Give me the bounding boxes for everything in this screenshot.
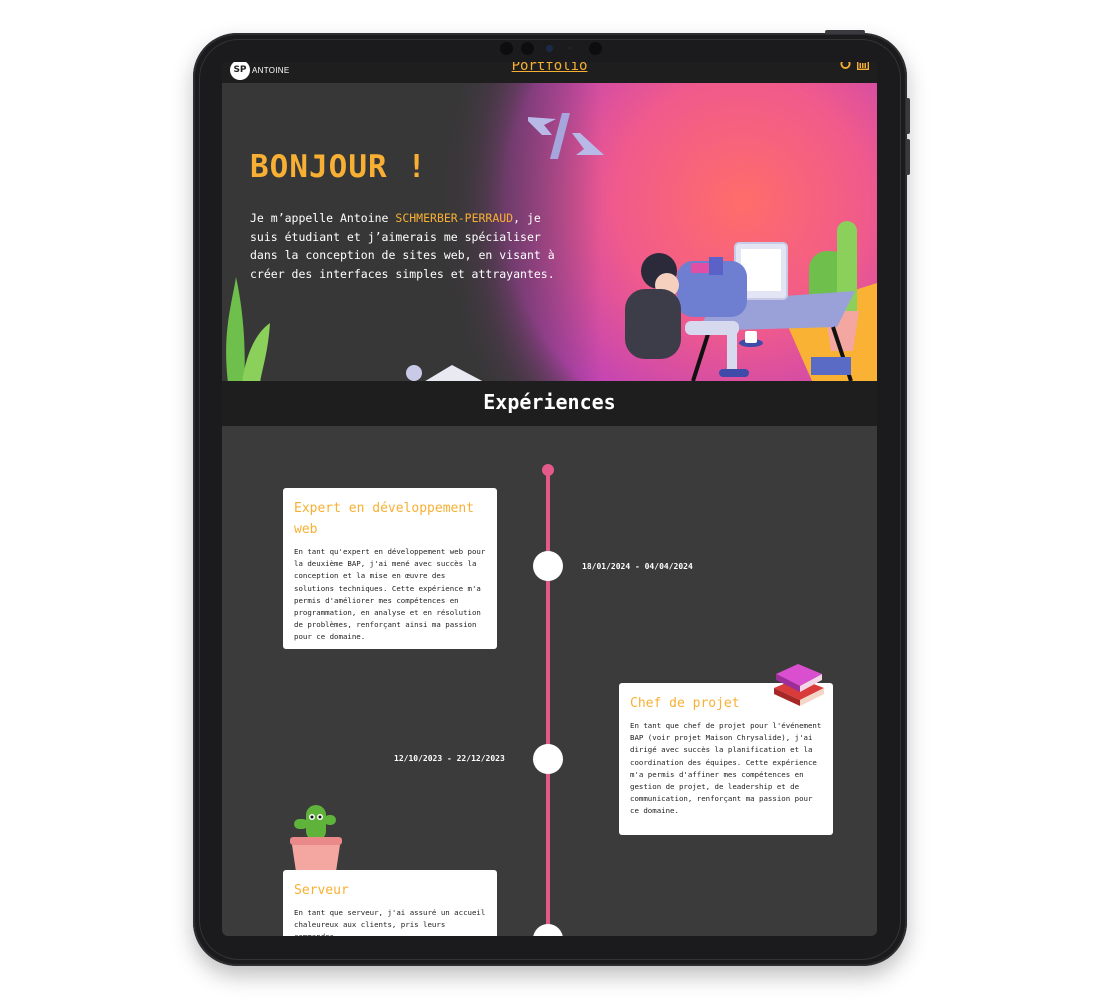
- books-illustration: [774, 664, 824, 706]
- tablet-volume-up-button: [906, 98, 910, 134]
- developer-at-desk-illustration: [625, 221, 859, 381]
- section-title: Expériences: [483, 390, 616, 414]
- hero-section: BONJOUR ! Je m’appelle Antoine SCHMERBER…: [222, 83, 877, 381]
- timeline-node: [533, 924, 563, 936]
- timeline-node: [533, 551, 563, 581]
- github-icon[interactable]: [840, 62, 851, 70]
- timeline-node: [533, 744, 563, 774]
- experience-description: En tant que serveur, j'ai assuré un accu…: [294, 908, 486, 936]
- experience-description: En tant qu'expert en développement web p…: [294, 547, 486, 642]
- top-navigation: SP ANTOINE Portfolio: [222, 62, 877, 83]
- experience-card: Expert en développement web En tant qu'e…: [283, 488, 497, 649]
- floor-shape-illustration: [406, 365, 483, 381]
- experience-title: Serveur: [294, 883, 349, 898]
- experience-date: 12/10/2023 - 22/12/2023: [394, 754, 505, 763]
- tablet-top-button: [825, 30, 865, 34]
- experience-date: 18/01/2024 - 04/04/2024: [582, 562, 693, 571]
- website-screen: SP ANTOINE Portfolio BONJOUR ! Je m’appe…: [222, 62, 877, 936]
- linkedin-icon[interactable]: [857, 62, 869, 70]
- experiences-header: Expériences: [222, 381, 877, 426]
- hero-heading: BONJOUR !: [250, 149, 427, 185]
- nav-portfolio-link[interactable]: Portfolio: [222, 62, 877, 74]
- experience-description: En tant que chef de projet pour l'événem…: [630, 721, 822, 816]
- experience-title: Expert en développement web: [294, 501, 475, 537]
- timeline-line: [546, 470, 550, 936]
- left-plant-illustration: [226, 277, 270, 381]
- hero-intro-name: SCHMERBER-PERRAUD: [395, 211, 514, 225]
- code-tag-illustration: [528, 113, 604, 159]
- hero-intro: Je m’appelle Antoine SCHMERBER-PERRAUD, …: [250, 211, 555, 282]
- tablet-volume-down-button: [906, 139, 910, 175]
- experience-card: Serveur En tant que serveur, j'ai assuré…: [283, 870, 497, 936]
- camera-bar: [496, 38, 606, 58]
